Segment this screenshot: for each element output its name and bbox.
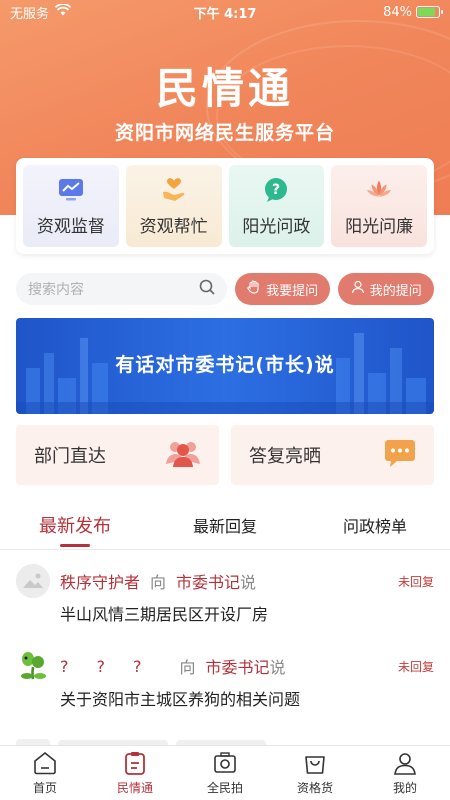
post-to-label: 向 bbox=[150, 573, 167, 592]
app-title: 民情通 bbox=[155, 64, 294, 113]
list-item[interactable]: 秩序守护者 向 市委书记 说 未回复 半山风情三期居民区开设厂房 bbox=[16, 564, 434, 625]
reply-showcase-card[interactable]: 答复亮晒 bbox=[231, 425, 434, 485]
person-outline-icon bbox=[351, 280, 365, 298]
reply-showcase-label: 答复亮晒 bbox=[249, 446, 321, 467]
post-target: 市委书记 bbox=[205, 658, 270, 677]
lotus-icon bbox=[365, 176, 393, 204]
quick-entry-help[interactable]: 资观帮忙 bbox=[125, 165, 222, 247]
post-title: 关于资阳市主城区养狗的相关问题 bbox=[60, 690, 301, 709]
entry-row: 部门直达 答复亮晒 bbox=[16, 425, 434, 485]
nav-label: 资格货 bbox=[296, 781, 333, 795]
user-icon bbox=[392, 750, 418, 776]
my-questions-label: 我的提问 bbox=[369, 283, 422, 299]
heart-hand-icon bbox=[160, 176, 188, 204]
list-item[interactable]: ??? 向 市委书记 说 未回复 关于资阳市主城区养狗的相关问题 bbox=[16, 649, 434, 710]
department-direct-card[interactable]: 部门直达 bbox=[16, 425, 219, 485]
status-bar: 无服务 下午 4:17 84% bbox=[0, 0, 450, 24]
chat-bubble-icon bbox=[384, 438, 416, 472]
avatar bbox=[16, 649, 50, 683]
nav-label: 首页 bbox=[32, 781, 57, 795]
banner-title: 有话对市委书记(市长)说 bbox=[115, 354, 335, 376]
quick-entry-integrity[interactable]: 阳光问廉 bbox=[331, 165, 427, 247]
tab-latest-replies[interactable]: 最新回复 bbox=[150, 500, 300, 549]
status-badge: 未回复 bbox=[397, 574, 434, 589]
search-icon bbox=[199, 279, 215, 299]
post-tabs: 最新发布 最新回复 问政榜单 bbox=[0, 500, 450, 550]
battery-icon bbox=[416, 6, 443, 18]
clipboard-icon bbox=[122, 750, 148, 776]
nav-label: 我的 bbox=[392, 781, 417, 795]
nav-label: 全民拍 bbox=[206, 781, 243, 795]
quick-entry-card: 资观监督 资观帮忙 ? 阳光问政 阳光问廉 bbox=[16, 158, 434, 254]
bottom-nav: 首页 民情通 全民拍 资格货 我的 bbox=[0, 745, 450, 800]
post-say-label: 说 bbox=[269, 658, 286, 677]
svg-text:?: ? bbox=[272, 182, 280, 198]
status-time: 下午 4:17 bbox=[193, 6, 257, 22]
group-people-icon bbox=[165, 438, 201, 472]
shopping-bag-icon bbox=[302, 750, 328, 776]
quick-entry-label: 资观帮忙 bbox=[139, 216, 208, 237]
monitor-chart-icon bbox=[57, 176, 85, 204]
nav-mine[interactable]: 我的 bbox=[360, 746, 450, 800]
nav-minqingtong[interactable]: 民情通 bbox=[90, 746, 180, 800]
search-row: 搜索内容 我要提问 我的提问 bbox=[16, 272, 434, 306]
quick-entry-supervision[interactable]: 资观监督 bbox=[23, 165, 119, 247]
search-input[interactable]: 搜索内容 bbox=[16, 273, 227, 305]
quick-entry-politics[interactable]: ? 阳光问政 bbox=[228, 165, 325, 247]
post-to-label: 向 bbox=[179, 658, 196, 677]
raised-hand-icon bbox=[247, 280, 261, 298]
my-questions-button[interactable]: 我的提问 bbox=[338, 273, 434, 305]
ask-question-label: 我要提问 bbox=[266, 283, 319, 299]
post-title: 半山风情三期居民区开设厂房 bbox=[60, 605, 269, 624]
home-icon bbox=[32, 750, 58, 776]
department-direct-label: 部门直达 bbox=[34, 446, 106, 467]
question-bubble-icon: ? bbox=[262, 176, 290, 204]
secretary-banner[interactable]: 有话对市委书记(市长)说 bbox=[16, 318, 434, 414]
nav-shop[interactable]: 资格货 bbox=[270, 746, 360, 800]
tab-politics-ranking[interactable]: 问政榜单 bbox=[300, 500, 450, 549]
status-badge: 未回复 bbox=[397, 659, 434, 674]
post-author: ??? bbox=[60, 656, 170, 676]
quick-entry-label: 阳光问廉 bbox=[345, 216, 414, 237]
app-subtitle: 资阳市网络民生服务平台 bbox=[114, 122, 335, 144]
quick-entry-label: 阳光问政 bbox=[242, 216, 311, 237]
post-say-label: 说 bbox=[240, 573, 257, 592]
quick-entry-label: 资观监督 bbox=[36, 216, 105, 237]
search-placeholder: 搜索内容 bbox=[28, 282, 84, 298]
avatar bbox=[16, 564, 50, 598]
post-author: 秩序守护者 bbox=[60, 573, 141, 592]
ask-question-button[interactable]: 我要提问 bbox=[234, 273, 331, 305]
post-target: 市委书记 bbox=[176, 573, 241, 592]
tab-latest-posts[interactable]: 最新发布 bbox=[0, 500, 150, 549]
camera-icon bbox=[212, 750, 238, 776]
nav-home[interactable]: 首页 bbox=[0, 746, 90, 800]
nav-label: 民情通 bbox=[116, 781, 153, 795]
battery-fill bbox=[418, 8, 435, 16]
nav-quanminpai[interactable]: 全民拍 bbox=[180, 746, 270, 800]
